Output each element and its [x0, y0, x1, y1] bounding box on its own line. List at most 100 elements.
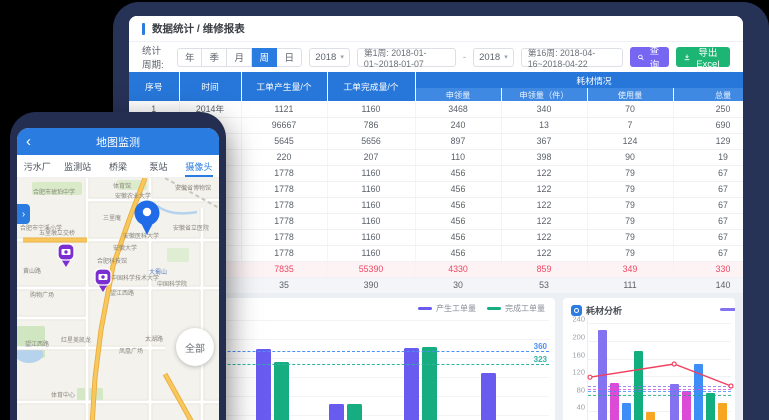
- phone-tab-污水厂[interactable]: 污水厂: [17, 155, 57, 177]
- table-cell: 67: [673, 213, 743, 229]
- map-label: 安徽农业大学: [115, 192, 151, 200]
- workorder-chart-legend: 产生工单量 完成工单量: [418, 303, 545, 314]
- phone-page-title: 地图监测: [96, 134, 140, 150]
- phone-tab-摄像头[interactable]: 摄像头: [179, 155, 219, 177]
- breadcrumb-accent-bar: [142, 23, 145, 35]
- period-option-年[interactable]: 年: [177, 48, 202, 67]
- trend-line-layer: [588, 318, 731, 420]
- table-cell: 1160: [327, 181, 415, 197]
- table-cell: 1160: [327, 229, 415, 245]
- table-cell: 1778: [241, 213, 327, 229]
- table-cell: 1160: [327, 197, 415, 213]
- range-end-field[interactable]: 第16周: 2018-04-16~2018-04-22: [521, 48, 623, 67]
- table-cell: 1778: [241, 181, 327, 197]
- period-option-季[interactable]: 季: [202, 48, 227, 67]
- query-button-label: 查询: [648, 43, 661, 71]
- table-cell: 1160: [327, 165, 415, 181]
- map-label: 望江西路: [110, 289, 134, 297]
- year-end-select[interactable]: 2018 ▾: [473, 48, 514, 67]
- sub-col-header: 申领量（件）: [501, 88, 587, 101]
- table-cell: 1160: [327, 101, 415, 117]
- map-view[interactable]: 合肥市琥珀中学体育馆安徽农业大学安徽省博物馆三里庵五里墩立交桥合肥市宁溪小学安徽…: [17, 178, 219, 420]
- query-button[interactable]: 查询: [630, 47, 669, 67]
- table-cell: 70: [587, 101, 673, 117]
- table-cell: 79: [587, 213, 673, 229]
- year-start-select[interactable]: 2018 ▾: [309, 48, 350, 67]
- map-label: 体育馆: [113, 182, 131, 190]
- map-label: 安徽大学: [113, 244, 137, 252]
- group-header: 耗材情况: [415, 72, 743, 88]
- sub-col-header: 使用量: [587, 88, 673, 101]
- table-cell: 129: [673, 133, 743, 149]
- table-cell: 79: [587, 181, 673, 197]
- map-label: 大蜀山: [149, 268, 167, 276]
- table-cell: 1778: [241, 165, 327, 181]
- bar-产生工单量-g2: [329, 404, 344, 420]
- consumables-chart-card: 耗材分析 4080120160200240: [563, 298, 735, 420]
- map-label: 黄山路: [23, 267, 41, 275]
- table-cell: 90: [587, 149, 673, 165]
- table-cell: 398: [501, 149, 587, 165]
- map-label: 安徽省立医院: [173, 224, 209, 232]
- period-option-日[interactable]: 日: [277, 48, 302, 67]
- table-cell: 1778: [241, 197, 327, 213]
- col-header: 工单产生量/个: [241, 72, 327, 101]
- map-label: 合肥科技馆: [97, 257, 127, 265]
- range-separator: -: [463, 52, 466, 63]
- table-cell: 67: [673, 245, 743, 261]
- legend-item[interactable]: 产生工单量: [418, 303, 476, 314]
- table-cell: 786: [327, 117, 415, 133]
- bar-产生工单量-g4: [481, 373, 496, 420]
- back-button[interactable]: ‹: [26, 128, 31, 155]
- legend-item[interactable]: 完成工单量: [487, 303, 545, 314]
- phone-screen: ‹ 地图监测 污水厂监测站桥梁泵站摄像头: [17, 128, 219, 420]
- table-cell: 456: [415, 165, 501, 181]
- phone-tab-监测站[interactable]: 监测站: [57, 155, 97, 177]
- table-cell: 79: [587, 165, 673, 181]
- table-cell: 390: [327, 277, 415, 293]
- col-header: 序号: [129, 72, 179, 101]
- table-cell: 110: [415, 149, 501, 165]
- legend-label: 完成工单量: [505, 303, 545, 314]
- table-cell: 5656: [327, 133, 415, 149]
- year-end-value: 2018: [479, 52, 500, 63]
- map-label: 合肥市琥珀中学: [33, 188, 75, 196]
- filter-row: 统计周期: 年季月周日 2018 ▾ 第1周: 2018-01-01~2018-…: [129, 42, 743, 72]
- period-option-月[interactable]: 月: [227, 48, 252, 67]
- map-label: 红星美凯龙: [61, 336, 91, 344]
- map-label: 望江西路: [25, 340, 49, 348]
- map-expander-button[interactable]: ›: [17, 204, 30, 224]
- show-all-button[interactable]: 全部: [176, 328, 214, 366]
- reference-line-label: 360: [534, 342, 547, 351]
- export-excel-button[interactable]: 导出Excel: [676, 47, 730, 67]
- bar-产生工单量-g3: [404, 348, 419, 420]
- table-cell: 456: [415, 245, 501, 261]
- y-tick-label: 240: [572, 315, 585, 324]
- phone-mockup: ‹ 地图监测 污水厂监测站桥梁泵站摄像头: [10, 112, 226, 420]
- caret-down-icon: ▾: [504, 53, 508, 61]
- bar-产生工单量-g1: [256, 349, 271, 420]
- range-start-field[interactable]: 第1周: 2018-01-01~2018-01-07: [357, 48, 456, 67]
- sub-col-header: 申领量: [415, 88, 501, 101]
- breadcrumb-text[interactable]: 数据统计 / 维修报表: [152, 21, 245, 36]
- table-cell: 124: [587, 133, 673, 149]
- table-cell: 79: [587, 229, 673, 245]
- phone-tab-桥梁[interactable]: 桥梁: [98, 155, 138, 177]
- table-cell: 1778: [241, 245, 327, 261]
- search-icon: [638, 53, 644, 62]
- map-label: 太湖路: [145, 335, 163, 343]
- table-cell: 240: [415, 117, 501, 133]
- table-cell: 349: [587, 261, 673, 277]
- period-option-周[interactable]: 周: [252, 48, 277, 67]
- table-cell: 456: [415, 229, 501, 245]
- table-cell: 13: [501, 117, 587, 133]
- table-cell: 122: [501, 213, 587, 229]
- table-cell: 367: [501, 133, 587, 149]
- table-cell: 122: [501, 229, 587, 245]
- table-cell: 3468: [415, 101, 501, 117]
- table-cell: 1778: [241, 229, 327, 245]
- phone-tab-泵站[interactable]: 泵站: [138, 155, 178, 177]
- table-cell: 67: [673, 181, 743, 197]
- filter-label: 统计周期:: [142, 43, 170, 71]
- download-icon: [684, 53, 690, 62]
